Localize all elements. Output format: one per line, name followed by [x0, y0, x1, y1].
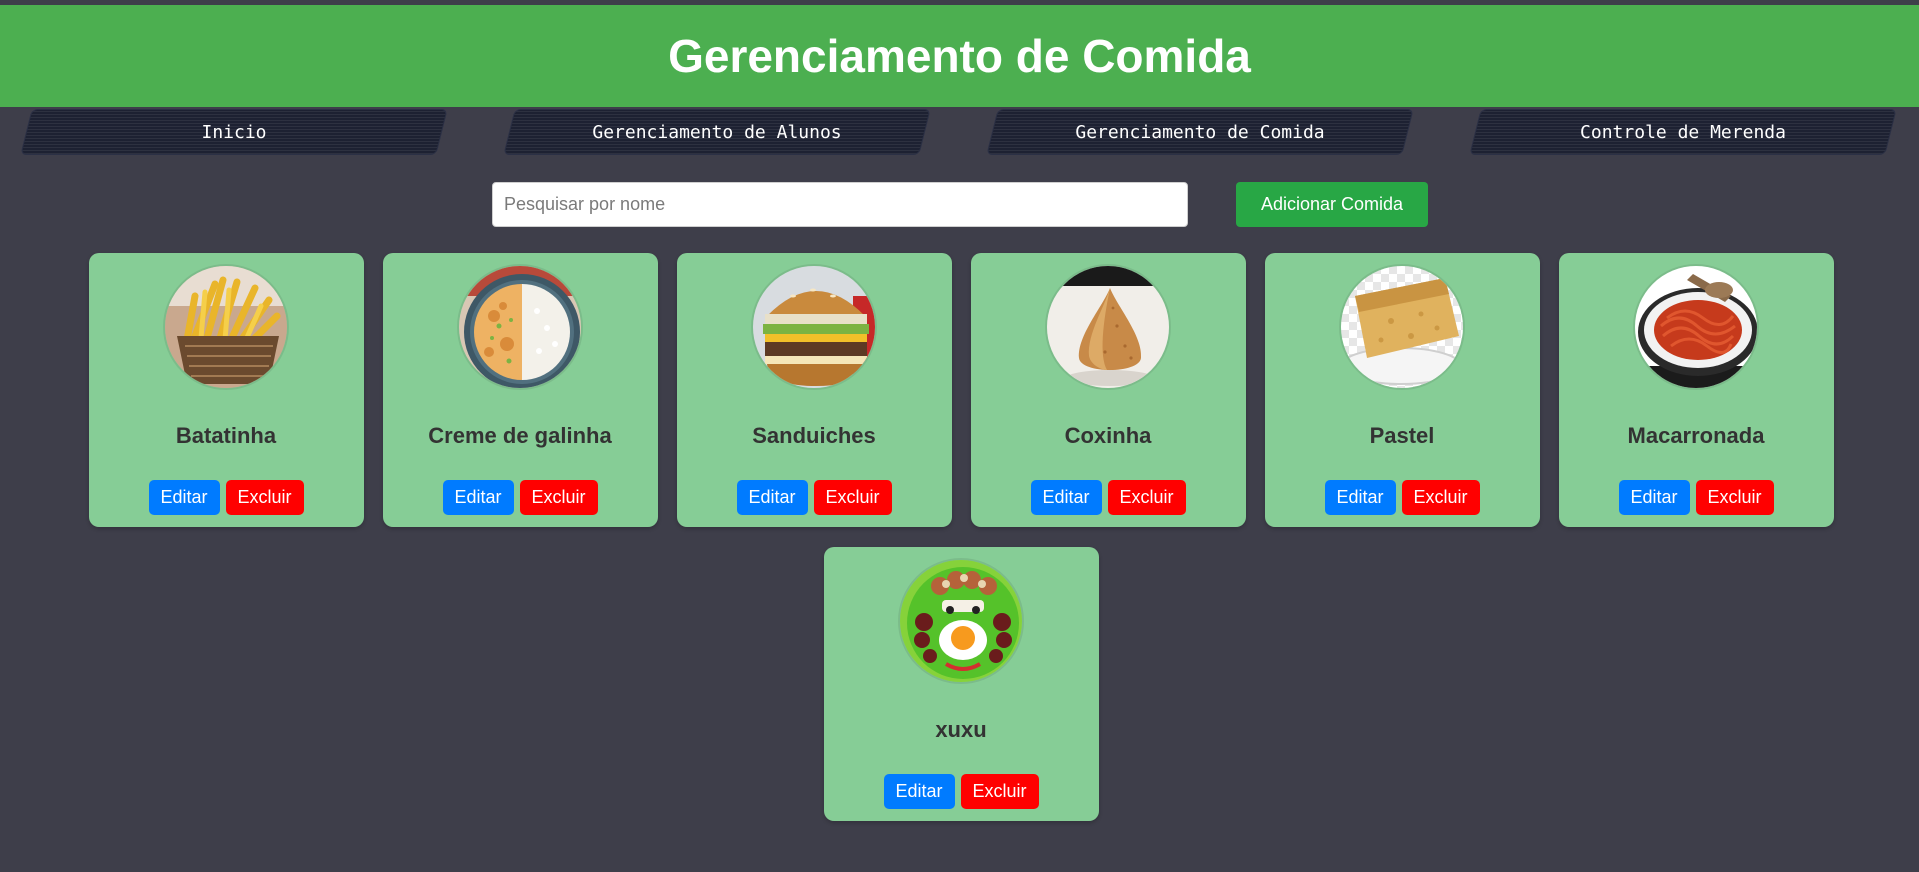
nav-item-label: Gerenciamento de Alunos: [592, 121, 842, 143]
delete-button[interactable]: Excluir: [1695, 480, 1774, 515]
card-actions: Editar Excluir: [883, 774, 1039, 809]
food-name: Pastel: [1369, 423, 1435, 448]
nav-item-merenda[interactable]: Controle de Merenda: [1469, 107, 1897, 157]
nav-item-alunos[interactable]: Gerenciamento de Alunos: [503, 107, 931, 157]
nav-item-comida[interactable]: Gerenciamento de Comida: [986, 107, 1414, 157]
chicken-cream-image: [457, 264, 583, 390]
edit-button[interactable]: Editar: [148, 480, 220, 515]
edit-button[interactable]: Editar: [883, 774, 955, 809]
card-actions: Editar Excluir: [1030, 480, 1186, 515]
card-actions: Editar Excluir: [736, 480, 892, 515]
search-input[interactable]: [492, 182, 1188, 227]
food-card: xuxu Editar Excluir: [823, 547, 1099, 821]
card-actions: Editar Excluir: [1618, 480, 1774, 515]
delete-button[interactable]: Excluir: [1107, 480, 1186, 515]
edit-button[interactable]: Editar: [1618, 480, 1690, 515]
food-card: Sanduiches Editar Excluir: [676, 253, 952, 527]
pastel-image: [1339, 264, 1465, 390]
food-card: Creme de galinha Editar Excluir: [382, 253, 658, 527]
food-name: Coxinha: [1064, 423, 1152, 448]
main-nav: Inicio Gerenciamento de Alunos Gerenciam…: [0, 107, 1919, 157]
edit-button[interactable]: Editar: [1324, 480, 1396, 515]
food-card: Macarronada Editar Excluir: [1558, 253, 1834, 527]
delete-button[interactable]: Excluir: [960, 774, 1039, 809]
food-name: Sanduiches: [752, 423, 876, 448]
delete-button[interactable]: Excluir: [1401, 480, 1480, 515]
delete-button[interactable]: Excluir: [519, 480, 598, 515]
food-name: Batatinha: [175, 423, 277, 448]
add-food-button[interactable]: Adicionar Comida: [1236, 182, 1428, 227]
food-card: Coxinha Editar Excluir: [970, 253, 1246, 527]
food-card: Pastel Editar Excluir: [1264, 253, 1540, 527]
coxinha-image: [1045, 264, 1171, 390]
nav-item-inicio[interactable]: Inicio: [20, 107, 448, 157]
food-name: xuxu: [935, 717, 987, 742]
food-card: Batatinha Editar Excluir: [88, 253, 364, 527]
card-actions: Editar Excluir: [148, 480, 304, 515]
food-grid: Batatinha Editar Excluir Creme de galinh…: [88, 253, 1834, 821]
sandwich-image: [751, 264, 877, 390]
delete-button[interactable]: Excluir: [813, 480, 892, 515]
card-actions: Editar Excluir: [1324, 480, 1480, 515]
nav-item-label: Inicio: [201, 121, 267, 143]
nav-item-label: Controle de Merenda: [1580, 121, 1786, 143]
food-name: Creme de galinha: [428, 423, 612, 448]
spaghetti-image: [1633, 264, 1759, 390]
page-header: Gerenciamento de Comida: [0, 5, 1919, 107]
nav-item-label: Gerenciamento de Comida: [1075, 121, 1325, 143]
edit-button[interactable]: Editar: [1030, 480, 1102, 515]
delete-button[interactable]: Excluir: [225, 480, 304, 515]
clown-plate-image: [898, 558, 1024, 684]
edit-button[interactable]: Editar: [736, 480, 808, 515]
edit-button[interactable]: Editar: [442, 480, 514, 515]
page-title: Gerenciamento de Comida: [668, 30, 1251, 82]
card-actions: Editar Excluir: [442, 480, 598, 515]
food-name: Macarronada: [1627, 423, 1765, 448]
fries-image: [163, 264, 289, 390]
